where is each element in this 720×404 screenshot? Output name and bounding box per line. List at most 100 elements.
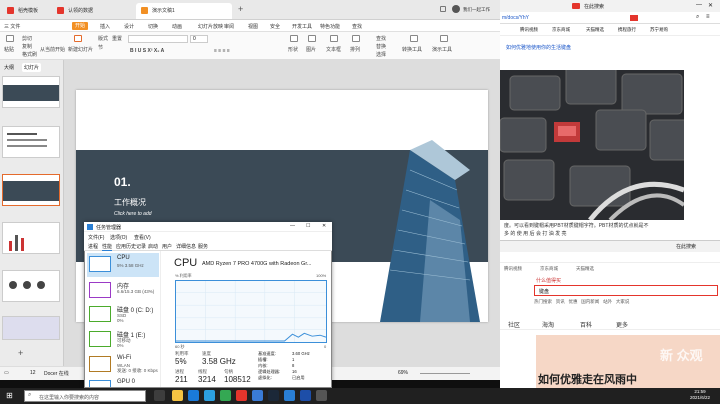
- menu-icon[interactable]: ≡: [706, 14, 710, 20]
- menu-file[interactable]: 三 文件: [4, 23, 20, 30]
- avatar[interactable]: [452, 5, 460, 13]
- tools-icon[interactable]: [440, 35, 448, 42]
- bookmark-item[interactable]: 携程旅行: [618, 27, 636, 33]
- app-icon[interactable]: [316, 390, 327, 401]
- menu-developer[interactable]: 开发工具: [292, 23, 312, 30]
- bookmark-item[interactable]: 天猫精选: [586, 27, 604, 33]
- perf-item-cpu[interactable]: CPU 5% 3.58 GHz: [87, 253, 159, 277]
- zoom-level[interactable]: 69%: [398, 370, 408, 376]
- cut-button[interactable]: 剪切: [22, 35, 32, 42]
- picture-button[interactable]: 图片: [306, 46, 316, 53]
- tm-tab-details[interactable]: 详细信息: [176, 243, 196, 250]
- hot-link[interactable]: 优惠: [569, 299, 578, 304]
- hot-link[interactable]: 热门搜索: [534, 299, 552, 304]
- slide-thumb-5[interactable]: [2, 270, 60, 302]
- copy-button[interactable]: 复制: [22, 43, 32, 50]
- shape-icon[interactable]: [290, 35, 298, 42]
- maximize-icon[interactable]: ☐: [306, 223, 310, 229]
- tm-tab-services[interactable]: 服务: [198, 243, 208, 250]
- slide-subtitle-text[interactable]: Click here to add: [114, 211, 152, 217]
- tm-menu-options[interactable]: 选项(O): [110, 234, 127, 241]
- tm-menu-view[interactable]: 查看(V): [134, 234, 151, 241]
- presentation-tools-button[interactable]: 演示工具: [432, 46, 452, 53]
- picture-icon[interactable]: [308, 35, 316, 42]
- start-icon[interactable]: ⊞: [6, 391, 13, 400]
- layout-icon[interactable]: [440, 6, 446, 12]
- perf-item-wifi[interactable]: Wi-Fi WLAN 发送: 0 接收: 0 Kbps: [87, 353, 159, 377]
- bookmark-item[interactable]: 天猫精选: [576, 266, 594, 272]
- search-icon[interactable]: ⌕: [696, 14, 699, 21]
- new-slide-icon[interactable]: [74, 35, 82, 42]
- bookmark-item[interactable]: 京东商城: [552, 27, 570, 33]
- task-manager-taskbar-icon[interactable]: [284, 390, 295, 401]
- taskview-icon[interactable]: [154, 390, 165, 401]
- menu-security[interactable]: 安全: [270, 23, 280, 30]
- menu-review[interactable]: 审阅: [224, 23, 234, 30]
- hot-link[interactable]: 国内新闻: [581, 299, 599, 304]
- taskbar-clock[interactable]: 21:59 2021/6/22: [680, 389, 720, 404]
- menu-search[interactable]: 查找: [352, 23, 362, 30]
- format-painter-button[interactable]: 格式刷: [22, 51, 37, 58]
- hot-link[interactable]: 站外: [603, 299, 612, 304]
- nav-item[interactable]: 更多: [616, 320, 628, 329]
- menu-slideshow[interactable]: 幻灯片放映: [198, 23, 223, 30]
- steam-icon[interactable]: [268, 390, 279, 401]
- paste-icon[interactable]: [6, 35, 14, 42]
- tm-tab-processes[interactable]: 进程: [88, 243, 98, 250]
- file-explorer-icon[interactable]: [172, 390, 183, 401]
- arrange-button[interactable]: 排列: [350, 46, 360, 53]
- url-field[interactable]: m/docs/YhY: [502, 15, 529, 21]
- layout-button[interactable]: 版式: [98, 35, 108, 42]
- outline-tab[interactable]: 大纲: [4, 64, 14, 71]
- find-button[interactable]: 查找: [376, 35, 386, 42]
- menu-design[interactable]: 设计: [124, 23, 134, 30]
- font-name-field[interactable]: [128, 35, 188, 43]
- tab-docer[interactable]: 稻壳模板: [2, 3, 50, 19]
- new-slide-button[interactable]: 新建幻灯片: [68, 46, 93, 53]
- convert-icon[interactable]: [410, 35, 418, 42]
- tm-menu-file[interactable]: 文件(F): [88, 234, 104, 241]
- wps-icon[interactable]: [236, 390, 247, 401]
- font-size-field[interactable]: 0: [190, 35, 208, 43]
- slide-thumb-4[interactable]: [2, 222, 60, 254]
- from-current-button[interactable]: 从当前开始: [40, 46, 65, 53]
- tab-data[interactable]: 认领的数据: [52, 3, 112, 19]
- menu-view[interactable]: 视图: [248, 23, 258, 30]
- zoom-slider[interactable]: [420, 373, 470, 374]
- app-icon[interactable]: [252, 390, 263, 401]
- article-headline[interactable]: 如何优雅走在风雨中: [538, 371, 637, 387]
- app-icon[interactable]: [300, 390, 311, 401]
- bold-icon[interactable]: B I U S X² X₂ A: [130, 48, 164, 54]
- arrange-icon[interactable]: [352, 35, 360, 42]
- app-icon[interactable]: [204, 390, 215, 401]
- paste-button[interactable]: 粘贴: [4, 46, 14, 53]
- minimize-icon[interactable]: —: [290, 223, 295, 229]
- menu-special[interactable]: 特色功能: [320, 23, 340, 30]
- nav-item[interactable]: 社区: [508, 320, 520, 329]
- menu-animation[interactable]: 动画: [172, 23, 182, 30]
- slides-tab[interactable]: 幻灯片: [22, 63, 42, 72]
- shape-button[interactable]: 形状: [288, 46, 298, 53]
- tab-presentation[interactable]: 演示文稿1: [136, 3, 232, 19]
- edge-icon[interactable]: [188, 390, 199, 401]
- hot-link[interactable]: 资讯: [556, 299, 565, 304]
- menu-home[interactable]: 开始: [72, 22, 89, 30]
- perf-item-gpu[interactable]: GPU 0: [87, 377, 159, 387]
- slide-thumb-6[interactable]: [2, 316, 60, 340]
- app-icon[interactable]: [220, 390, 231, 401]
- tm-tab-users[interactable]: 用户: [162, 243, 172, 250]
- slide-number-text[interactable]: 01.: [114, 175, 131, 189]
- bookmark-item[interactable]: 腾讯视频: [504, 266, 522, 272]
- slide-title-text[interactable]: 工作概况: [114, 197, 146, 208]
- convert-button[interactable]: 转换工具: [402, 46, 422, 53]
- section-button[interactable]: 节: [98, 44, 103, 51]
- browser2-address-bar[interactable]: [500, 252, 720, 263]
- textbox-button[interactable]: 文本框: [326, 46, 341, 53]
- align-icons[interactable]: ≡ ≡ ≡ ≡: [214, 48, 230, 54]
- perf-item-disk0[interactable]: 磁盘 0 (C: D:) SSD 0%: [87, 303, 159, 327]
- tm-tab-app-history[interactable]: 应用历史记录: [116, 243, 146, 250]
- slide-thumb-2[interactable]: [2, 126, 60, 158]
- tm-tab-performance[interactable]: 性能: [102, 243, 113, 251]
- bookmark-item[interactable]: 京东商城: [540, 266, 558, 272]
- menu-transition[interactable]: 切换: [148, 23, 158, 30]
